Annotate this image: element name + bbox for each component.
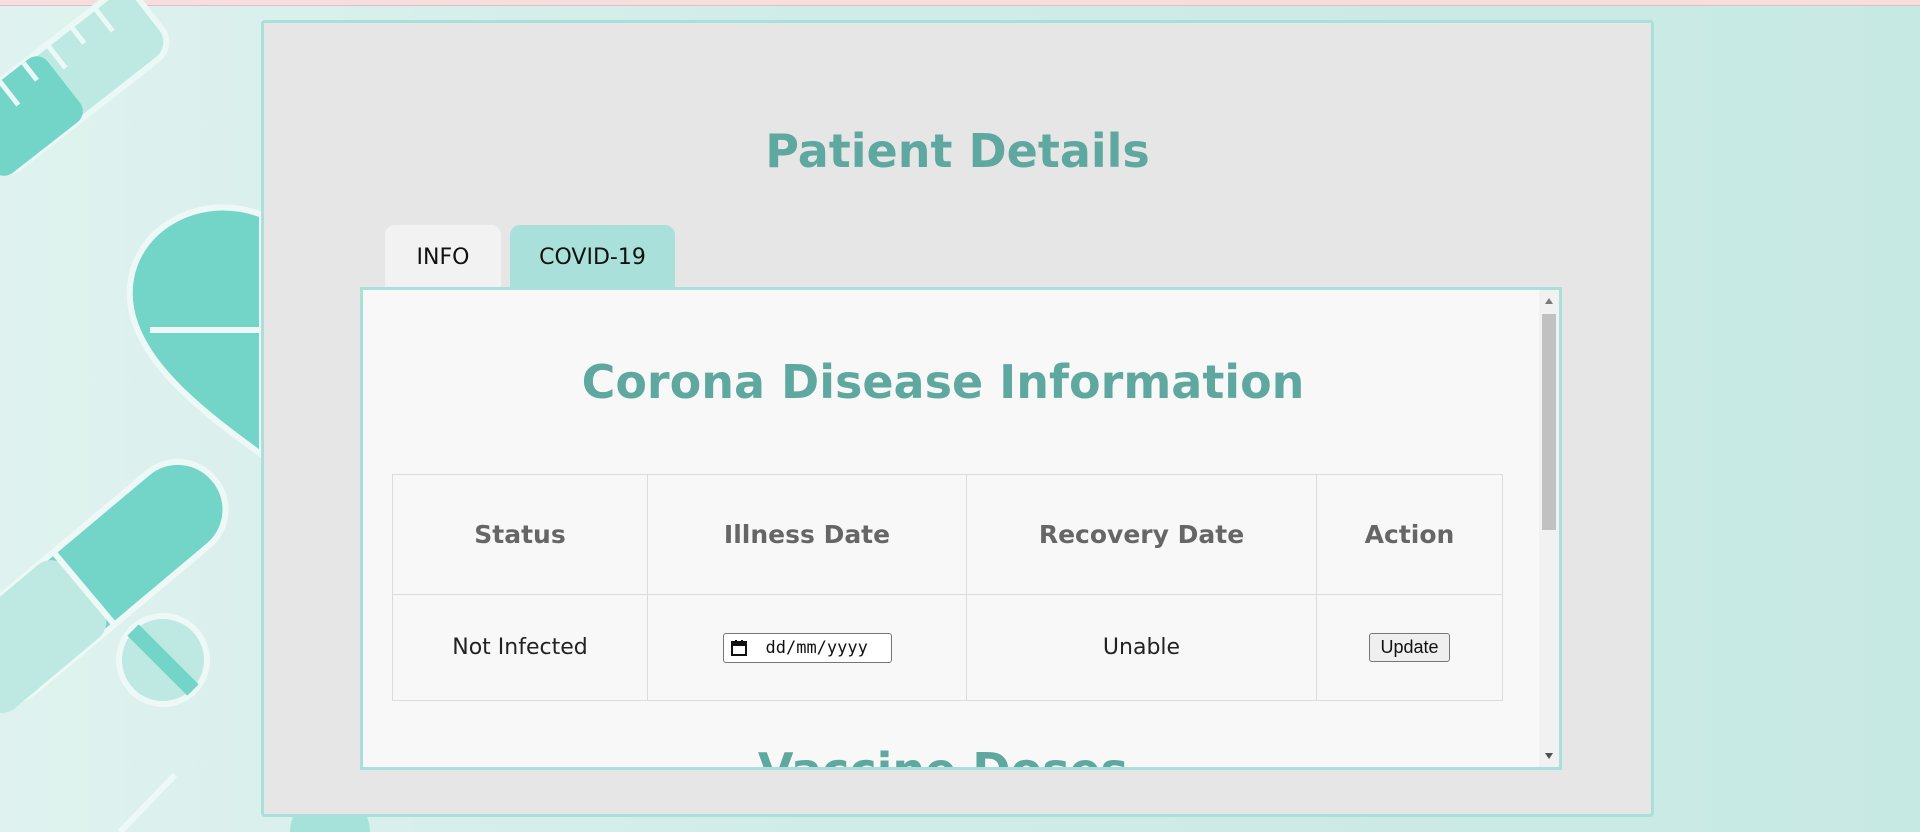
scroll-up-arrow-icon[interactable] [1539, 290, 1559, 312]
header-action: Action [1316, 474, 1503, 595]
header-illness-date: Illness Date [647, 474, 967, 595]
tab-info[interactable]: INFO [385, 225, 501, 289]
page-title: Patient Details [765, 124, 1150, 178]
update-button[interactable]: Update [1369, 633, 1450, 662]
recovery-date-cell: Unable [966, 594, 1317, 701]
table-row: Not Infected dd/mm/yyyy Unable Update [392, 594, 1503, 701]
scrollbar-thumb[interactable] [1542, 314, 1556, 530]
tab-covid-19[interactable]: COVID-19 [510, 225, 675, 289]
illness-date-placeholder: dd/mm/yyyy [765, 637, 868, 658]
vaccine-section-title: Vaccine Doses [757, 743, 1129, 770]
calendar-icon[interactable] [730, 639, 748, 657]
table-header-row: Status Illness Date Recovery Date Action [392, 474, 1503, 595]
illness-date-cell: dd/mm/yyyy [647, 594, 967, 701]
status-cell: Not Infected [392, 594, 648, 701]
header-status: Status [392, 474, 648, 595]
patient-details-panel: Patient Details INFO COVID-19 Corona Dis… [261, 20, 1654, 817]
covid-tab-content[interactable]: Corona Disease Information Status Illnes… [360, 287, 1562, 770]
scroll-down-arrow-icon[interactable] [1539, 745, 1559, 767]
corona-section-title: Corona Disease Information [581, 355, 1305, 409]
header-recovery-date: Recovery Date [966, 474, 1317, 595]
illness-date-input[interactable]: dd/mm/yyyy [722, 632, 892, 663]
action-cell: Update [1316, 594, 1503, 701]
syringe-illustration [0, 0, 170, 176]
content-scrollbar[interactable] [1539, 290, 1559, 767]
corona-info-table: Status Illness Date Recovery Date Action… [392, 474, 1503, 701]
